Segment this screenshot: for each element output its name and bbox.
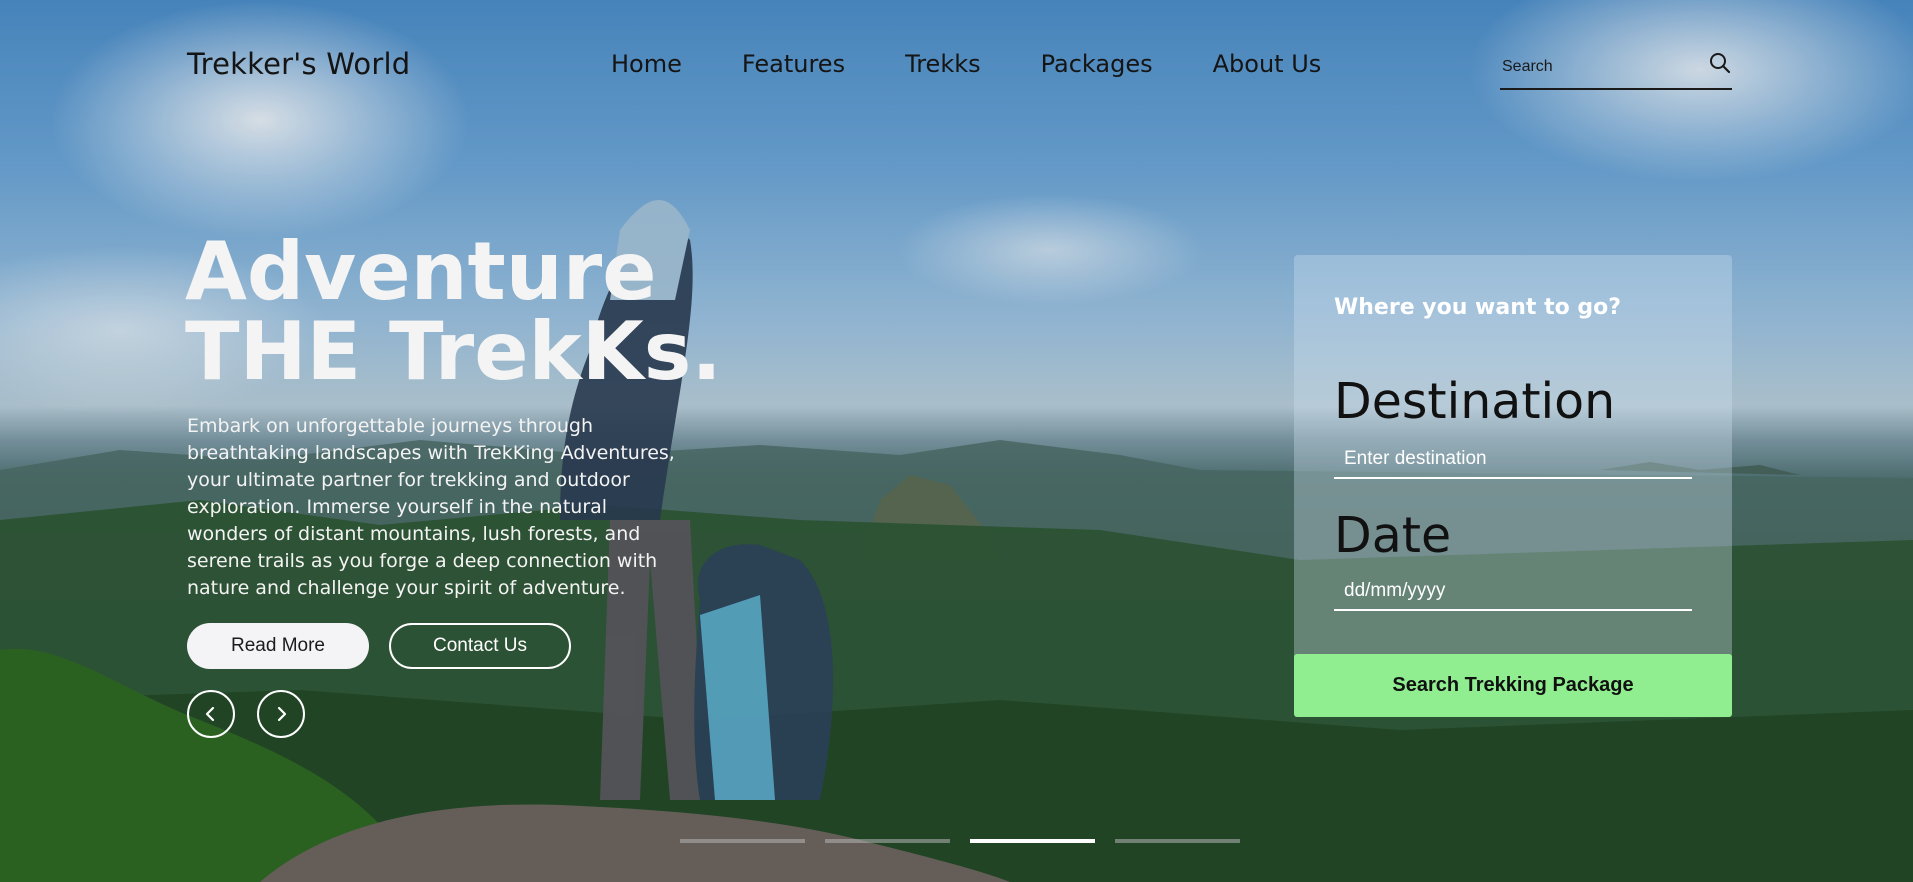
contact-us-button[interactable]: Contact Us — [389, 623, 571, 669]
main-nav: Home Features Trekks Packages About Us — [611, 50, 1381, 78]
slide-indicators — [680, 839, 1260, 843]
slide-indicator-2[interactable] — [825, 839, 950, 843]
slide-indicator-3[interactable] — [970, 839, 1095, 843]
nav-features[interactable]: Features — [742, 50, 845, 78]
nav-trekks[interactable]: Trekks — [905, 50, 981, 78]
search-input[interactable] — [1500, 54, 1694, 80]
destination-input[interactable] — [1334, 441, 1692, 479]
booking-card-title: Where you want to go? — [1334, 295, 1621, 320]
hero-intro-text: Embark on unforgettable journeys through… — [187, 415, 675, 599]
date-input[interactable] — [1334, 573, 1692, 611]
date-label: Date — [1334, 507, 1452, 564]
chevron-left-icon — [205, 706, 215, 722]
nav-home[interactable]: Home — [611, 50, 682, 78]
header-search — [1500, 48, 1732, 90]
hero-headline-line1: Adventure — [185, 225, 657, 318]
destination-label: Destination — [1334, 373, 1616, 430]
nav-about-us[interactable]: About Us — [1213, 50, 1322, 78]
site-logo[interactable]: Trekker's World — [187, 47, 410, 81]
slider-prev-button[interactable] — [187, 690, 235, 738]
slide-indicator-1[interactable] — [680, 839, 805, 843]
chevron-right-icon — [277, 706, 287, 722]
slide-indicator-4[interactable] — [1115, 839, 1240, 843]
read-more-button[interactable]: Read More — [187, 623, 369, 669]
search-trekking-package-button[interactable]: Search Trekking Package — [1294, 654, 1732, 717]
search-icon[interactable] — [1708, 51, 1732, 75]
slider-next-button[interactable] — [257, 690, 305, 738]
hero-headline-line2: THE TrekKs. — [185, 305, 722, 398]
hero-headline: Adventure THE TrekKs. — [185, 232, 722, 392]
nav-packages[interactable]: Packages — [1041, 50, 1153, 78]
booking-card: Where you want to go? Destination Date S… — [1294, 255, 1732, 717]
